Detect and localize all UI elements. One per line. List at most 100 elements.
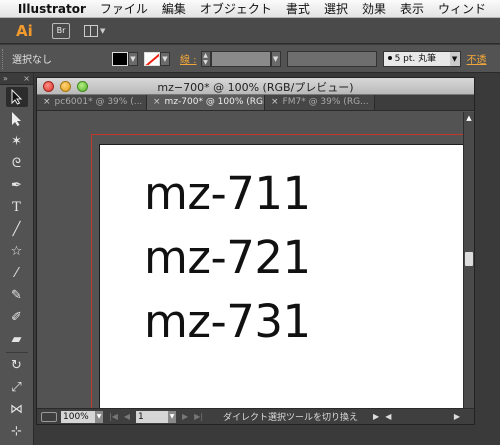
scroll-up-icon[interactable]: ▲ bbox=[465, 114, 473, 122]
paintbrush-tool[interactable]: ⁄ bbox=[6, 263, 28, 283]
tab-pc6001[interactable]: × pc6001* @ 39% (... bbox=[37, 95, 147, 110]
menu-bar: Illustrator ファイル 編集 オブジェクト 書式 選択 効果 表示 ウ… bbox=[0, 0, 500, 18]
document-title: mz−700* @ 100% (RGB/プレビュー) bbox=[157, 81, 354, 94]
scroll-thumb[interactable] bbox=[465, 252, 473, 266]
art-text-line[interactable]: mz-731 bbox=[144, 295, 311, 348]
panel-grip[interactable] bbox=[2, 48, 6, 69]
scroll-right-icon[interactable]: ▶ bbox=[454, 412, 460, 421]
stroke-weight-dropdown[interactable]: ▼ bbox=[270, 50, 281, 67]
pen-tool[interactable]: ✒ bbox=[6, 175, 28, 195]
menu-file[interactable]: ファイル bbox=[100, 0, 148, 17]
art-text-line[interactable]: mz-711 bbox=[144, 167, 311, 220]
fill-dropdown[interactable]: ▼ bbox=[128, 51, 138, 66]
selection-arrow-icon bbox=[11, 89, 22, 105]
application-bar: Ai Br ▼ bbox=[0, 18, 500, 44]
stroke-swatch[interactable] bbox=[144, 51, 160, 66]
opacity-label[interactable]: 不透 bbox=[467, 51, 487, 66]
art-text-line[interactable]: mz-721 bbox=[144, 231, 311, 284]
width-icon: ⋈ bbox=[10, 401, 23, 417]
previous-artboard-button[interactable]: ◀ bbox=[124, 412, 130, 421]
document-tabs: ×pc6001* @ 39% (... ×mz-700* @ 100% (RGB… bbox=[37, 95, 474, 111]
arrange-documents-button[interactable]: ▼ bbox=[84, 23, 110, 39]
eraser-tool[interactable]: ▰ bbox=[6, 329, 28, 349]
tab-label: FM7* @ 39% (RG... bbox=[282, 97, 369, 107]
stroke-weight-stepper[interactable]: ▲ ▼ bbox=[200, 50, 211, 67]
close-icon[interactable]: × bbox=[153, 97, 161, 107]
menu-edit[interactable]: 編集 bbox=[162, 0, 186, 17]
first-artboard-button[interactable]: |◀ bbox=[109, 412, 118, 421]
scale-tool[interactable]: ⤢ bbox=[6, 377, 28, 397]
brush-definition-dropdown[interactable]: 5 pt. 丸筆 ▼ bbox=[382, 50, 461, 67]
layout-icon bbox=[84, 24, 98, 37]
scale-icon: ⤢ bbox=[11, 379, 22, 395]
width-tool[interactable]: ⋈ bbox=[6, 399, 28, 419]
close-icon[interactable]: × bbox=[271, 97, 279, 107]
tab-label: pc6001* @ 39% (... bbox=[54, 97, 143, 107]
type-tool[interactable]: T bbox=[6, 197, 28, 217]
stroke-dropdown[interactable]: ▼ bbox=[160, 51, 170, 66]
eraser-icon: ▰ bbox=[11, 331, 22, 347]
menu-window[interactable]: ウィンド bbox=[438, 0, 486, 17]
line-segment-tool[interactable]: ╱ bbox=[6, 219, 28, 239]
pencil-icon: ✎ bbox=[11, 287, 22, 303]
magic-wand-icon: ✶ bbox=[11, 133, 22, 149]
menu-type[interactable]: 書式 bbox=[286, 0, 310, 17]
brush-dot-icon bbox=[387, 56, 392, 60]
control-panel: 選択なし ▼ ▼ 線 : ▲ ▼ ▼ 5 pt. 丸筆 ▼ 不透 bbox=[0, 45, 500, 73]
next-artboard-button[interactable]: ▶ bbox=[182, 412, 188, 421]
menu-view[interactable]: 表示 bbox=[400, 0, 424, 17]
rotate-tool[interactable]: ↻ bbox=[6, 355, 28, 375]
scroll-left-icon[interactable]: ◀ bbox=[385, 412, 391, 421]
lasso-tool[interactable]: ᘓ bbox=[6, 153, 28, 173]
magic-wand-tool[interactable]: ✶ bbox=[6, 131, 28, 151]
line-icon: ╱ bbox=[12, 221, 21, 237]
star-icon: ☆ bbox=[10, 243, 23, 259]
tab-mz-700[interactable]: ×mz-700* @ 100% (RGB/プレビュー) bbox=[147, 95, 265, 110]
status-menu-button[interactable]: ▶ bbox=[373, 412, 379, 421]
last-artboard-button[interactable]: ▶| bbox=[194, 412, 203, 421]
direct-selection-tool[interactable] bbox=[6, 109, 28, 129]
brush-value: 5 pt. 丸筆 bbox=[394, 53, 437, 64]
tab-label: mz-700* @ 100% (RGB/プレビュー) bbox=[164, 97, 264, 107]
chevron-down-icon: ▼ bbox=[449, 51, 460, 66]
direct-selection-icon bbox=[11, 112, 21, 126]
variable-width-profile[interactable] bbox=[286, 50, 377, 67]
free-transform-tool[interactable]: ⊹ bbox=[6, 421, 28, 441]
collapse-icon[interactable]: » bbox=[3, 73, 8, 84]
zoom-dropdown[interactable]: ▼ bbox=[95, 410, 103, 423]
pencil-tool[interactable]: ✎ bbox=[6, 285, 28, 305]
artboard[interactable]: mz-711 mz-721 mz-731 bbox=[99, 144, 465, 410]
illustrator-logo: Ai bbox=[16, 21, 33, 40]
rotate-icon: ↻ bbox=[11, 357, 22, 373]
paintbrush-icon: ⁄ bbox=[15, 265, 18, 281]
menu-object[interactable]: オブジェクト bbox=[200, 0, 272, 17]
tab-fm7[interactable]: × FM7* @ 39% (RG... bbox=[265, 95, 375, 110]
artboard-nav-icon[interactable] bbox=[41, 411, 57, 422]
menu-select[interactable]: 選択 bbox=[324, 0, 348, 17]
canvas[interactable]: mz-711 mz-721 mz-731 bbox=[37, 112, 465, 410]
document-titlebar[interactable]: mz−700* @ 100% (RGB/プレビュー) bbox=[37, 78, 474, 95]
type-icon: T bbox=[12, 199, 21, 215]
close-icon[interactable]: × bbox=[23, 73, 30, 84]
bridge-button[interactable]: Br bbox=[52, 22, 70, 39]
chevron-down-icon: ▼ bbox=[100, 26, 106, 35]
blob-brush-tool[interactable]: ✐ bbox=[6, 307, 28, 327]
selection-tool[interactable] bbox=[5, 87, 28, 107]
menu-effect[interactable]: 効果 bbox=[362, 0, 386, 17]
artboard-number-field[interactable]: 1 bbox=[136, 410, 169, 423]
lasso-icon: ᘓ bbox=[11, 155, 22, 171]
stroke-weight-input[interactable] bbox=[210, 50, 271, 67]
selection-status: 選択なし bbox=[12, 55, 52, 66]
status-bar: 100% ▼ |◀ ◀ 1 ▼ ▶ ▶| ダイレクト選択ツールを切り換え ▶ ◀… bbox=[37, 408, 474, 424]
artboard-dropdown[interactable]: ▼ bbox=[168, 410, 177, 423]
close-icon[interactable]: × bbox=[43, 97, 51, 107]
zoom-field[interactable]: 100% bbox=[61, 410, 95, 423]
tools-divider bbox=[5, 352, 28, 353]
fill-swatch[interactable] bbox=[112, 51, 128, 66]
star-tool[interactable]: ☆ bbox=[6, 241, 28, 261]
stroke-weight-label[interactable]: 線 : bbox=[180, 51, 197, 66]
menu-app-name[interactable]: Illustrator bbox=[18, 2, 86, 16]
tools-panel-header: » × bbox=[0, 73, 33, 85]
vertical-scrollbar[interactable]: ▲ bbox=[463, 112, 474, 410]
blob-brush-icon: ✐ bbox=[11, 309, 22, 325]
